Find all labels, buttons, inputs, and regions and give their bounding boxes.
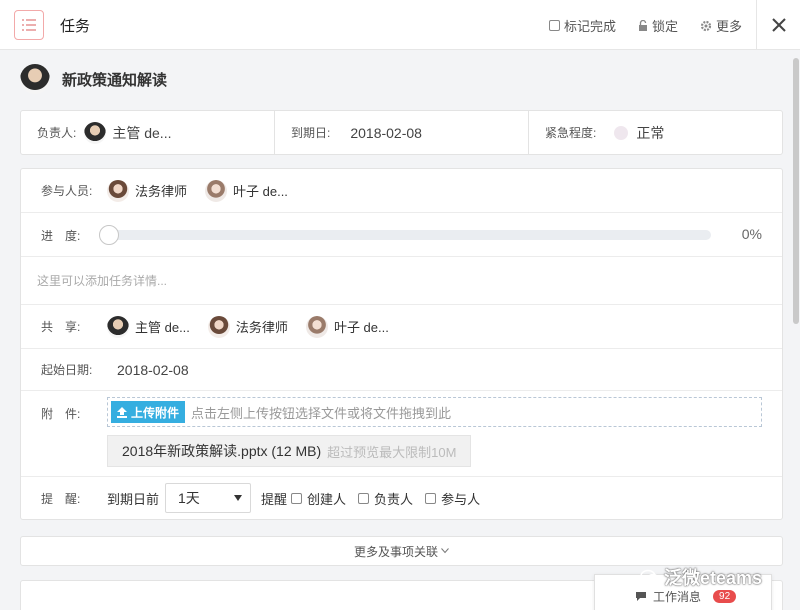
remind-prefix: 到期日前 — [107, 491, 160, 507]
chevron-down-icon — [441, 548, 449, 554]
share-label: 共 享: — [41, 320, 81, 334]
urgency-dot-icon — [614, 125, 629, 140]
mark-complete-label: 标记完成 — [563, 19, 616, 34]
urgency-value: 正常 — [636, 124, 665, 141]
participant-item[interactable]: 法务律师 — [107, 179, 188, 202]
lock-icon — [638, 19, 647, 31]
checkbox-icon[interactable] — [358, 492, 370, 504]
attachments-row: 附 件: 上传附件 点击左侧上传按钮选择文件或将文件拖拽到此 2018年新政策解… — [21, 391, 782, 477]
share-row: 共 享: 主管 de... 法务律师 叶子 de... — [21, 305, 782, 349]
owner-name: 主管 de... — [112, 124, 172, 141]
due-date-field[interactable]: 到期日: 2018-02-08 — [275, 111, 529, 154]
task-header: 新政策通知解读 — [20, 64, 167, 94]
urgency-label: 紧急程度: — [545, 126, 597, 140]
task-details-input[interactable]: 这里可以添加任务详情... — [21, 272, 167, 289]
share-item[interactable]: 法务律师 — [207, 315, 288, 338]
more-relations-link[interactable]: 更多及事项关联 — [20, 536, 783, 566]
mark-complete-toggle[interactable]: 标记完成 — [548, 16, 616, 35]
reminder-label: 提 醒: — [41, 491, 81, 506]
share-name: 叶子 de... — [333, 320, 389, 335]
gear-icon — [700, 20, 712, 31]
more-label: 更多 — [715, 19, 742, 34]
reminder-row: 提 醒: 到期日前 1天 提醒 创建人 负责人 参与人 — [21, 477, 782, 519]
owner-field[interactable]: 负责人: 主管 de... — [21, 111, 275, 154]
avatar — [107, 315, 129, 338]
list-icon — [22, 19, 36, 31]
caret-down-icon — [234, 495, 243, 501]
more-relations-label: 更多及事项关联 — [353, 544, 438, 559]
details-row: 这里可以添加任务详情... — [21, 257, 782, 305]
avatar — [205, 179, 228, 202]
attachments-label: 附 件: — [41, 407, 81, 421]
remind-owner-option[interactable]: 负责人 — [358, 489, 413, 508]
attachment-file[interactable]: 2018年新政策解读.pptx (12 MB) 超过预览最大限制10M — [107, 435, 472, 467]
file-name[interactable]: 2018年新政策解读.pptx (12 MB) — [122, 441, 321, 461]
checkbox-icon[interactable] — [548, 20, 560, 31]
file-limit-note: 超过预览最大限制10M — [327, 444, 457, 460]
remind-days-select[interactable]: 1天 — [165, 483, 252, 513]
start-date-row: 起始日期: 2018-02-08 — [21, 349, 782, 391]
avatar — [207, 315, 230, 338]
task-detail-card: 参与人员: 法务律师 叶子 de... 进 度: 0% 这里可以添加任务详情..… — [20, 168, 783, 520]
upload-button-label: 上传附件 — [131, 405, 180, 420]
messages-label: 工作消息 — [653, 590, 702, 604]
avatar[interactable] — [20, 64, 50, 94]
remind-days-value: 1天 — [178, 490, 200, 506]
page-title: 任务 — [60, 18, 91, 35]
upload-icon — [117, 406, 127, 418]
remind-mid: 提醒 — [261, 491, 288, 507]
due-value: 2018-02-08 — [350, 124, 422, 141]
remind-participant-option[interactable]: 参与人 — [425, 489, 480, 508]
avatar — [305, 315, 328, 338]
participants-row: 参与人员: 法务律师 叶子 de... — [21, 169, 782, 213]
participants-label: 参与人员: — [41, 184, 93, 198]
upload-dropzone[interactable]: 上传附件 点击左侧上传按钮选择文件或将文件拖拽到此 — [107, 397, 762, 427]
task-meta-card: 负责人: 主管 de... 到期日: 2018-02-08 紧急程度: 正常 — [20, 110, 783, 155]
share-name: 法务律师 — [235, 320, 288, 335]
scrollbar-thumb[interactable] — [793, 58, 799, 324]
lock-button[interactable]: 锁定 — [638, 16, 678, 35]
progress-slider-track[interactable] — [111, 230, 711, 240]
lock-label: 锁定 — [651, 19, 678, 34]
messages-count-badge: 92 — [713, 590, 737, 603]
wechat-icon — [640, 569, 660, 585]
close-icon — [771, 18, 786, 32]
progress-slider-handle[interactable] — [99, 225, 119, 245]
top-bar: 任务 标记完成 锁定 更多 — [0, 0, 800, 50]
upload-button[interactable]: 上传附件 — [111, 401, 186, 423]
progress-percent: 0% — [741, 226, 762, 242]
checkbox-icon[interactable] — [291, 492, 303, 504]
start-date-label: 起始日期: — [41, 363, 93, 377]
close-button[interactable] — [756, 0, 800, 50]
remind-option-label: 负责人 — [374, 491, 414, 507]
share-item[interactable]: 叶子 de... — [305, 315, 389, 338]
participant-name: 叶子 de... — [233, 184, 288, 199]
participant-item[interactable]: 叶子 de... — [205, 179, 288, 202]
upload-tip: 点击左侧上传按钮选择文件或将文件拖拽到此 — [191, 405, 452, 421]
menu-button[interactable] — [14, 10, 44, 40]
due-label: 到期日: — [291, 126, 331, 140]
avatar — [107, 179, 129, 202]
chat-icon — [636, 592, 646, 601]
avatar — [84, 121, 107, 144]
participant-name: 法务律师 — [135, 184, 188, 199]
progress-row: 进 度: 0% — [21, 213, 782, 257]
remind-option-label: 参与人 — [441, 491, 481, 507]
remind-option-label: 创建人 — [307, 491, 347, 507]
watermark-text: 泛微eteams — [664, 568, 763, 588]
watermark: 泛微eteams — [640, 564, 762, 590]
checkbox-icon[interactable] — [425, 492, 437, 504]
share-name: 主管 de... — [135, 320, 190, 335]
task-title[interactable]: 新政策通知解读 — [62, 69, 167, 90]
share-item[interactable]: 主管 de... — [107, 315, 190, 338]
owner-label: 负责人: — [37, 126, 77, 140]
remind-creator-option[interactable]: 创建人 — [291, 489, 346, 508]
more-button[interactable]: 更多 — [700, 16, 742, 35]
progress-label: 进 度: — [41, 229, 81, 243]
start-date-value[interactable]: 2018-02-08 — [117, 362, 189, 378]
urgency-field[interactable]: 紧急程度: 正常 — [529, 111, 782, 154]
